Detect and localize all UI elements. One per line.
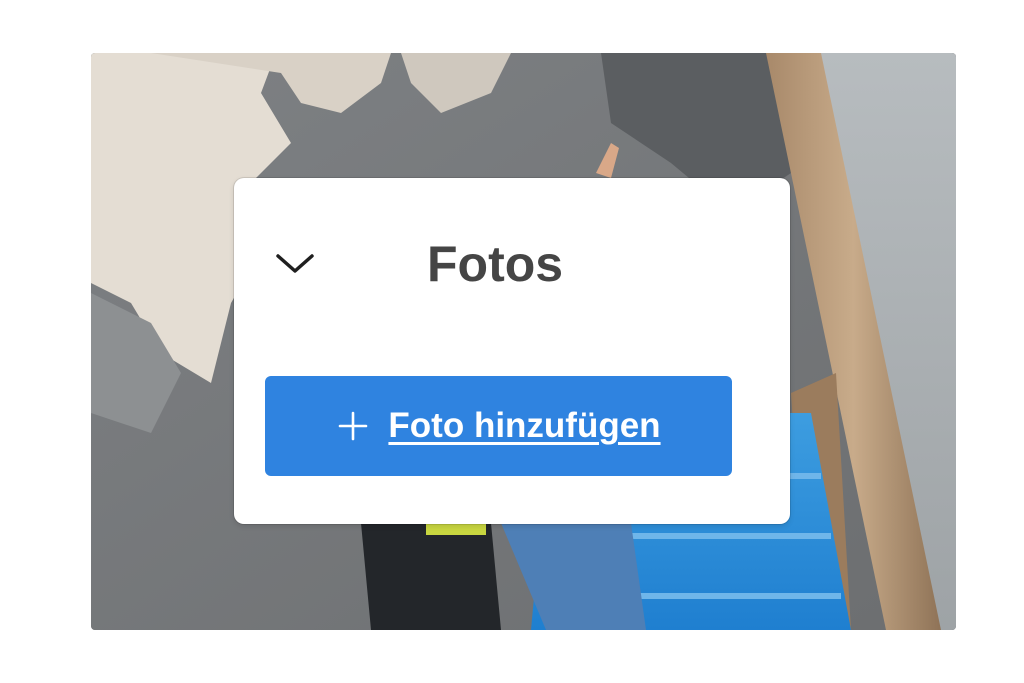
chevron-down-icon <box>276 254 314 273</box>
add-photo-button[interactable]: Foto hinzufügen <box>265 376 732 476</box>
photos-panel: Fotos Foto hinzufügen <box>234 178 790 524</box>
add-photo-label: Foto hinzufügen <box>388 406 661 445</box>
plus-icon <box>336 409 370 443</box>
collapse-toggle-button[interactable] <box>272 246 318 282</box>
panel-title: Fotos <box>427 236 564 292</box>
panel-header: Fotos <box>234 234 790 294</box>
page: Fotos Foto hinzufügen <box>0 0 1024 683</box>
